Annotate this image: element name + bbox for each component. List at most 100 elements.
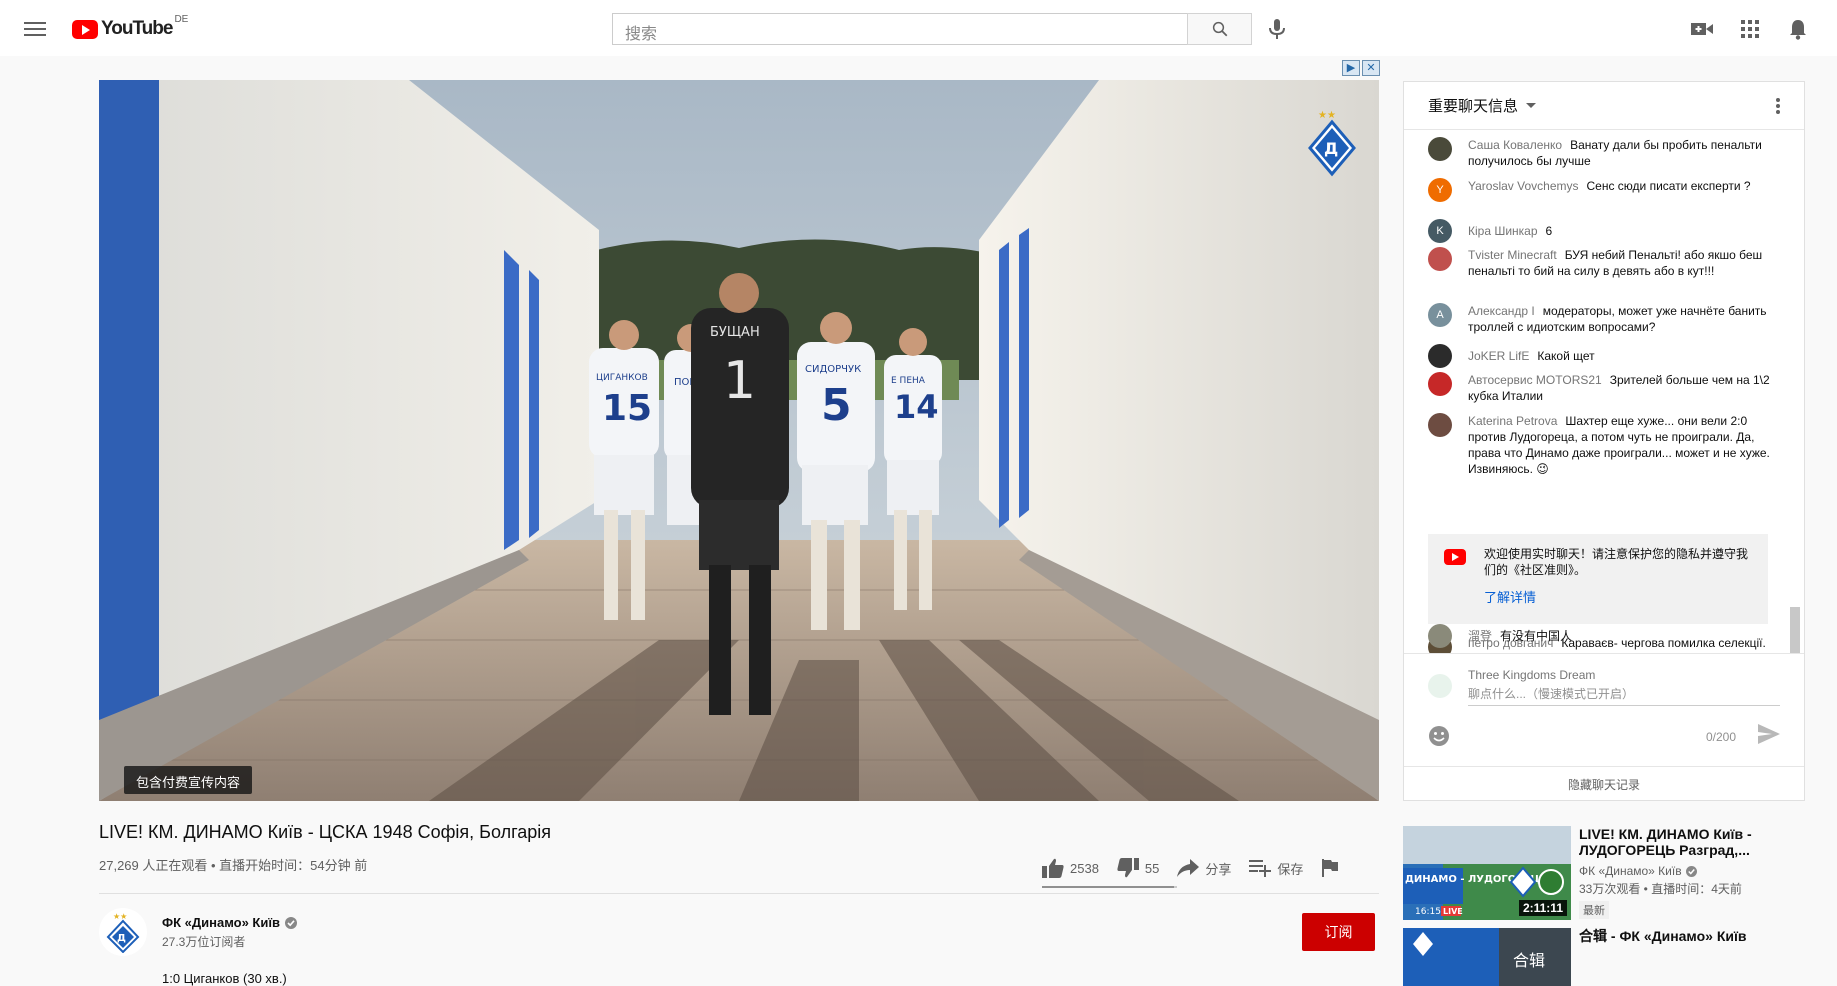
thumbnail-image: 合辑 (1403, 928, 1571, 986)
chat-author[interactable]: Yaroslav Vovchemys (1468, 179, 1579, 193)
related-playlist[interactable]: 合辑 合辑 - ФК «Динамо» Київ (1403, 928, 1823, 986)
learn-more-link[interactable]: 了解详情 (1484, 590, 1536, 606)
chat-message: JoKER LifE Какой щет (1428, 344, 1780, 368)
related-stats: 33万次观看 • 直播时间：4天前 (1579, 882, 1742, 896)
paid-promotion-label[interactable]: 包含付费宣传内容 (124, 766, 253, 794)
char-counter: 0/200 (1706, 730, 1737, 744)
user-avatar[interactable]: A (1428, 303, 1452, 327)
apps-grid-icon[interactable] (1738, 17, 1762, 41)
notifications-bell-icon[interactable] (1786, 17, 1810, 41)
chat-author[interactable]: Александр I (1468, 304, 1535, 318)
related-channel[interactable]: ФК «Динамо» Київ (1579, 864, 1779, 878)
composer-username: Three Kingdoms Dream (1468, 668, 1596, 682)
mic-icon[interactable] (1265, 17, 1289, 41)
ad-close-icon[interactable]: ✕ (1362, 60, 1380, 76)
info-divider (99, 893, 1379, 894)
chat-message-list[interactable]: Саша Коваленко Ванату дали бы пробить пен… (1404, 131, 1804, 653)
chat-header: 重要聊天信息 (1404, 82, 1804, 130)
chat-text: Какой щет (1537, 349, 1595, 363)
thumbs-down-icon (1117, 858, 1139, 878)
dislike-button[interactable]: 55 (1117, 858, 1159, 878)
video-frame: ЦИГАНКОВ 15 ПОП БУЩАН 1 СИДОРЧУК 5 Е ПЕН… (99, 80, 1379, 801)
thumbs-up-icon (1042, 858, 1064, 878)
related-playlist-title[interactable]: 合辑 - ФК «Динамо» Київ (1579, 928, 1779, 944)
ad-info-icon[interactable]: ▶ (1342, 60, 1360, 76)
svg-text:合辑: 合辑 (1513, 951, 1545, 970)
share-button[interactable]: 分享 (1177, 859, 1231, 878)
related-channel-name: ФК «Динамо» Київ (1579, 864, 1682, 878)
verified-check-icon (1685, 865, 1697, 877)
save-label: 保存 (1277, 861, 1304, 877)
new-badge: 最新 (1579, 901, 1609, 919)
channel-avatar[interactable]: ★★ Д (99, 908, 147, 956)
logo-text: YouTube (101, 18, 173, 39)
create-video-icon[interactable] (1690, 17, 1714, 41)
chat-author[interactable]: Кіра Шинкар (1468, 224, 1538, 238)
like-count: 2538 (1070, 860, 1099, 876)
video-actions: 2538 55 分享 保存 (1042, 856, 1357, 880)
chat-author[interactable]: Автосервис MOTORS21 (1468, 373, 1602, 387)
user-avatar[interactable]: K (1428, 219, 1452, 243)
more-options-icon[interactable] (1776, 98, 1780, 116)
chat-composer: Three Kingdoms Dream 聊点什么...（慢速模式已开启） 0/… (1404, 653, 1804, 763)
channel-name-text: ФК «Динамо» Київ (162, 915, 281, 930)
user-avatar[interactable] (1428, 624, 1452, 648)
chat-mode-title[interactable]: 重要聊天信息 (1428, 95, 1518, 116)
report-button[interactable] (1321, 859, 1339, 877)
video-thumbnail[interactable]: ДИНАМО - ЛУДОГОРЕЦЬ 16:15 LIVE 2:11:11 (1403, 826, 1571, 920)
send-icon[interactable] (1758, 724, 1780, 749)
chat-author[interactable]: Katerina Petrova (1468, 414, 1557, 428)
ad-choices-badge[interactable]: ▶ ✕ (1342, 60, 1380, 77)
youtube-logo[interactable]: YouTube DE (72, 14, 188, 40)
logo-region: DE (174, 14, 189, 25)
user-avatar[interactable] (1428, 413, 1452, 437)
related-video[interactable]: ДИНАМО - ЛУДОГОРЕЦЬ 16:15 LIVE 2:11:11 L… (1403, 826, 1823, 920)
subscriber-count: 27.3万位订阅者 (162, 935, 246, 949)
user-avatar[interactable] (1428, 137, 1452, 161)
search-icon (1212, 21, 1227, 37)
related-video-title[interactable]: LIVE! КМ. ДИНАМО Київ - ЛУДОГОРЕЦЬ Разгр… (1579, 826, 1779, 858)
chat-input[interactable]: 聊点什么...（慢速模式已开启） (1468, 685, 1780, 706)
description-line: 1:0 Циганков (30 хв.) (162, 971, 287, 986)
chat-author[interactable]: Tvister Minecraft (1468, 248, 1557, 262)
playlist-thumbnail[interactable]: 合辑 (1403, 928, 1571, 986)
chat-message: Katerina Petrova Шахтер еще хуже... они в… (1428, 413, 1780, 477)
chevron-down-icon[interactable] (1526, 103, 1537, 108)
svg-text:ЦИГАНКОВ: ЦИГАНКОВ (596, 373, 648, 383)
svg-text:БУЩАН: БУЩАН (710, 325, 760, 340)
share-label: 分享 (1205, 861, 1232, 877)
user-avatar[interactable]: Y (1428, 178, 1452, 202)
sentiment-bar-fill (1042, 886, 1175, 888)
chat-author[interactable]: Саша Коваленко (1468, 138, 1562, 152)
chat-message: K Кіра Шинкар 6 (1428, 219, 1780, 243)
video-player[interactable]: ЦИГАНКОВ 15 ПОП БУЩАН 1 СИДОРЧУК 5 Е ПЕН… (99, 80, 1379, 801)
sentiment-bar (1042, 886, 1177, 888)
hide-chat-button[interactable]: 隐藏聊天记录 (1404, 766, 1804, 801)
dislike-count: 55 (1144, 860, 1160, 876)
emoji-icon[interactable] (1428, 725, 1450, 747)
dynamo-logo-icon: ★★ Д (106, 912, 140, 953)
chat-author[interactable]: JoKER LifE (1468, 349, 1529, 363)
verified-check-icon (285, 916, 298, 929)
user-avatar[interactable] (1428, 344, 1452, 368)
video-duration: 2:11:11 (1518, 900, 1567, 916)
user-avatar[interactable] (1428, 247, 1452, 271)
chat-message: 溜登 有没有中国人 (1428, 624, 1780, 648)
svg-text:16:15: 16:15 (1415, 907, 1441, 917)
user-avatar[interactable] (1428, 372, 1452, 396)
svg-text:14: 14 (894, 388, 939, 426)
menu-icon[interactable] (24, 18, 46, 38)
search-input[interactable]: 搜索 (612, 13, 1188, 45)
chat-message: A Александр Iмодераторы, может уже начнё… (1428, 303, 1780, 335)
chat-text: 有没有中国人 (1500, 629, 1573, 643)
like-button[interactable]: 2538 (1042, 858, 1099, 878)
subscribe-button[interactable]: 订阅 (1302, 913, 1375, 951)
chat-scrollbar[interactable] (1790, 607, 1800, 653)
my-avatar (1428, 674, 1452, 698)
save-button[interactable]: 保存 (1249, 859, 1303, 878)
channel-name[interactable]: ФК «Динамо» Київ (162, 915, 298, 930)
svg-text:15: 15 (602, 388, 652, 429)
search-button[interactable] (1187, 13, 1252, 45)
svg-text:5: 5 (821, 380, 852, 431)
chat-author[interactable]: 溜登 (1468, 629, 1492, 643)
